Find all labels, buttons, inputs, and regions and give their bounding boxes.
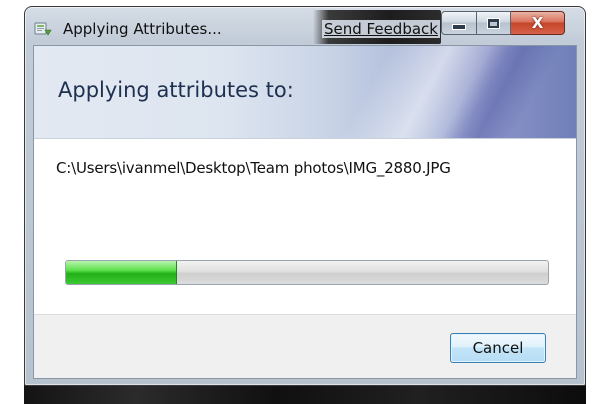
progress-fill (66, 261, 177, 284)
maximize-icon (488, 18, 499, 28)
desktop-background (24, 384, 586, 404)
window-title: Applying Attributes... (63, 20, 222, 38)
dialog-content: Applying attributes to: C:\Users\ivanmel… (33, 45, 577, 379)
dialog-heading: Applying attributes to: (58, 78, 294, 102)
applying-attributes-dialog: Applying Attributes... Send Feedback X A… (24, 6, 586, 386)
send-feedback-link[interactable]: Send Feedback (322, 20, 440, 38)
file-attributes-icon (34, 22, 52, 36)
file-path: C:\Users\ivanmel\Desktop\Team photos\IMG… (56, 159, 451, 177)
caption-buttons: X (441, 11, 565, 35)
title-bar[interactable]: Applying Attributes... Send Feedback X (25, 7, 585, 45)
dialog-footer: Cancel (34, 314, 576, 378)
header-band: Applying attributes to: (34, 46, 576, 139)
screen: Applying Attributes... Send Feedback X A… (0, 0, 597, 404)
maximize-button[interactable] (477, 11, 511, 35)
minimize-icon (453, 24, 465, 29)
cancel-button[interactable]: Cancel (450, 333, 546, 363)
minimize-button[interactable] (441, 11, 477, 35)
progress-bar (65, 260, 549, 285)
close-button[interactable]: X (511, 11, 565, 35)
close-icon: X (531, 13, 544, 32)
